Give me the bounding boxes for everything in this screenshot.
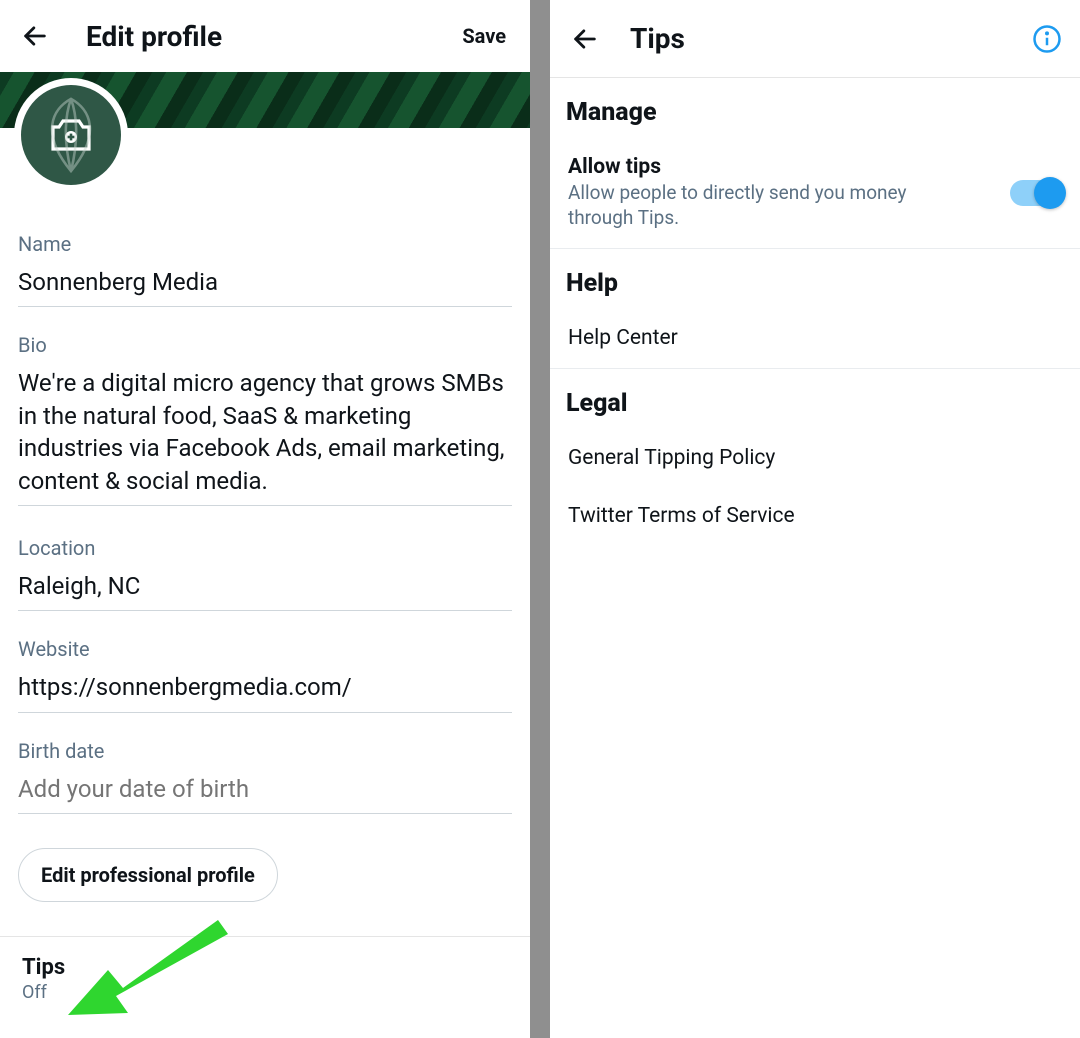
avatar-image [21, 85, 121, 185]
manage-section-heading: Manage [550, 78, 1080, 139]
save-button[interactable]: Save [454, 20, 514, 52]
avatar-edit[interactable] [14, 78, 128, 192]
tips-row-status: Off [22, 982, 508, 1003]
allow-tips-title: Allow tips [568, 155, 1010, 179]
name-input[interactable] [18, 262, 512, 307]
back-button[interactable] [568, 22, 602, 56]
profile-fields: Name Bio We're a digital micro agency th… [0, 232, 530, 902]
bio-label: Bio [18, 333, 512, 357]
back-button[interactable] [18, 19, 52, 53]
birthdate-input[interactable] [18, 769, 512, 814]
location-input[interactable] [18, 566, 512, 611]
twitter-terms-row[interactable]: Twitter Terms of Service [550, 488, 1080, 546]
general-tipping-policy-row[interactable]: General Tipping Policy [550, 430, 1080, 488]
allow-tips-toggle[interactable] [1010, 180, 1064, 206]
page-title: Edit profile [86, 20, 454, 53]
page-title: Tips [630, 22, 1030, 55]
birthdate-field-group: Birth date [18, 739, 512, 814]
arrow-left-icon [571, 25, 599, 53]
edit-profile-screen: Edit profile Save Name Bio We're a digit… [0, 0, 530, 1038]
arrow-left-icon [21, 22, 49, 50]
edit-professional-profile-button[interactable]: Edit professional profile [18, 848, 278, 902]
help-section-heading: Help [550, 249, 1080, 310]
allow-tips-content: Allow tips Allow people to directly send… [568, 155, 1010, 230]
website-input[interactable] [18, 667, 512, 712]
help-center-label: Help Center [568, 326, 1064, 350]
name-field-group: Name [18, 232, 512, 307]
tips-header: Tips [550, 0, 1080, 78]
location-label: Location [18, 536, 512, 560]
allow-tips-row[interactable]: Allow tips Allow people to directly send… [550, 139, 1080, 249]
tips-row[interactable]: Tips Off [0, 937, 530, 1003]
screen-divider [530, 0, 550, 1038]
info-button[interactable] [1030, 22, 1064, 56]
location-field-group: Location [18, 536, 512, 611]
bio-field-group: Bio We're a digital micro agency that gr… [18, 333, 512, 510]
website-field-group: Website [18, 637, 512, 712]
birthdate-label: Birth date [18, 739, 512, 763]
twitter-terms-label: Twitter Terms of Service [568, 504, 1064, 528]
allow-tips-description: Allow people to directly send you money … [568, 181, 948, 230]
general-tipping-policy-label: General Tipping Policy [568, 446, 1064, 470]
toggle-knob [1034, 177, 1066, 209]
tips-settings-screen: Tips Manage Allow tips Allow people to d… [550, 0, 1080, 1038]
bio-input[interactable]: We're a digital micro agency that grows … [18, 363, 512, 506]
info-icon [1032, 24, 1062, 54]
tips-row-title: Tips [22, 955, 508, 980]
legal-section-heading: Legal [550, 369, 1080, 430]
help-center-row[interactable]: Help Center [550, 310, 1080, 369]
edit-profile-header: Edit profile Save [0, 0, 530, 72]
name-label: Name [18, 232, 512, 256]
website-label: Website [18, 637, 512, 661]
